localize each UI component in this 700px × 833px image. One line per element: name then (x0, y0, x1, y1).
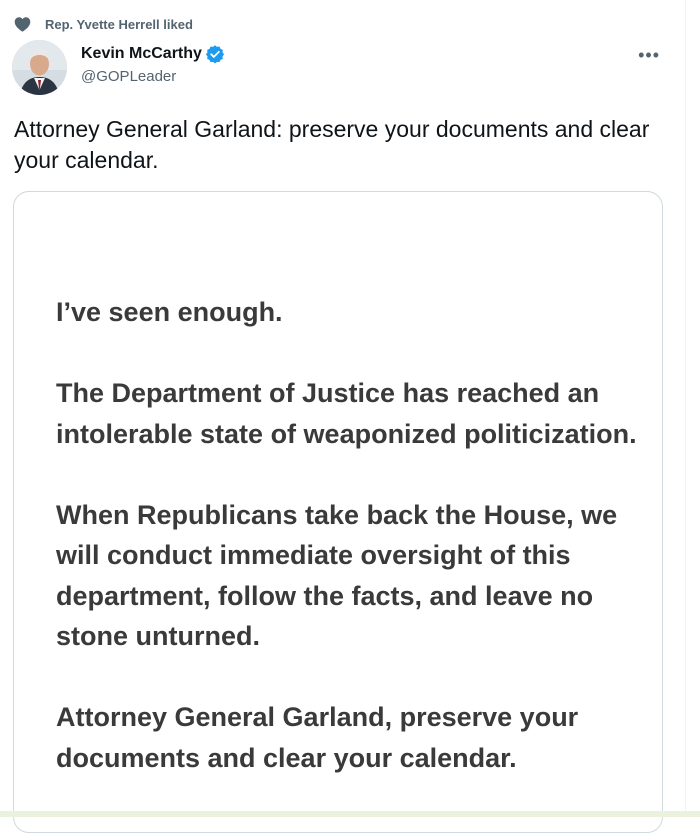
author-display-name[interactable]: Kevin McCarthy (81, 45, 202, 63)
author-handle[interactable]: @GOPLeader (81, 68, 225, 85)
tweet-media-card[interactable]: I’ve seen enough. The Department of Just… (13, 191, 663, 833)
statement-paragraph: The Department of Justice has reached an… (56, 378, 637, 449)
avatar-image (12, 40, 67, 95)
social-context-text: Rep. Yvette Herrell liked (45, 16, 193, 32)
tweet-text: Attorney General Garland: preserve your … (14, 116, 650, 173)
statement-image-text: I’ve seen enough. The Department of Just… (56, 292, 646, 819)
bottom-edge-strip (0, 811, 700, 817)
statement-paragraph: I’ve seen enough. (56, 297, 283, 327)
more-options-icon[interactable]: ••• (638, 46, 660, 64)
tweet-author[interactable]: Kevin McCarthy @GOPLeader (81, 44, 225, 85)
statement-paragraph: Attorney General Garland, preserve your … (56, 702, 579, 773)
statement-paragraph: When Republicans take back the House, we… (56, 499, 618, 652)
timeline-border (685, 0, 686, 817)
social-context[interactable]: Rep. Yvette Herrell liked (14, 16, 193, 32)
heart-icon (14, 17, 31, 32)
verified-badge-icon (205, 45, 225, 64)
avatar[interactable] (12, 40, 67, 95)
